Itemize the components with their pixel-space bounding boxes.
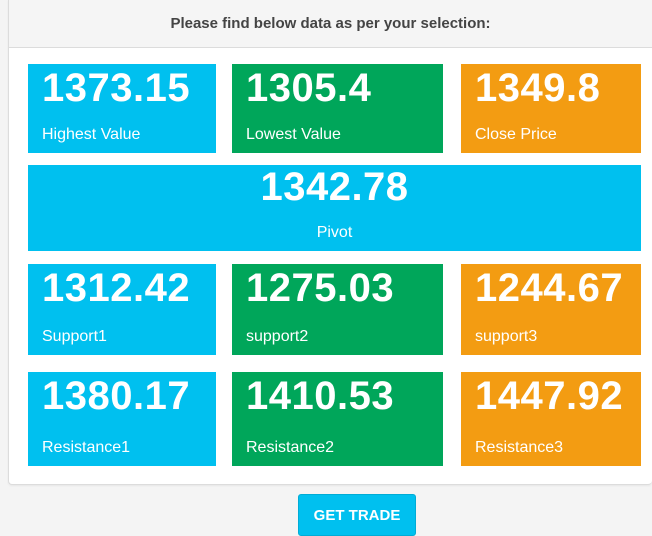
highest-value-label: Highest Value — [42, 126, 141, 143]
resistance1-value: 1380.17 — [42, 374, 191, 418]
pivot-value: 1342.78 — [260, 165, 409, 209]
pivot-label: Pivot — [316, 224, 353, 241]
support1-value: 1312.42 — [42, 266, 191, 310]
resistance1-label: Resistance1 — [42, 439, 131, 456]
pivot-tile: 1342.78 Pivot — [28, 165, 641, 251]
resistance2-value: 1410.53 — [246, 374, 395, 418]
panel-header: Please find below data as per your selec… — [9, 0, 652, 48]
support2-value: 1275.03 — [246, 266, 395, 310]
support3-value: 1244.67 — [475, 266, 624, 310]
get-trade-button[interactable]: GET TRADE — [298, 494, 416, 536]
close-price-tile: 1349.8 Close Price — [461, 64, 641, 153]
resistance3-tile: 1447.92 Resistance3 — [461, 372, 641, 466]
support2-label: support2 — [246, 328, 309, 345]
resistance1-tile: 1380.17 Resistance1 — [28, 372, 216, 466]
highest-value-tile: 1373.15 Highest Value — [28, 64, 216, 153]
resistance2-label: Resistance2 — [246, 439, 335, 456]
close-price-value: 1349.8 — [475, 66, 601, 110]
support3-tile: 1244.67 support3 — [461, 264, 641, 355]
resistance2-tile: 1410.53 Resistance2 — [232, 372, 443, 466]
support2-tile: 1275.03 support2 — [232, 264, 443, 355]
lowest-value-label: Lowest Value — [246, 126, 341, 143]
support1-tile: 1312.42 Support1 — [28, 264, 216, 355]
highest-value: 1373.15 — [42, 66, 191, 110]
support3-label: support3 — [475, 328, 538, 345]
lowest-value-tile: 1305.4 Lowest Value — [232, 64, 443, 153]
lowest-value: 1305.4 — [246, 66, 372, 110]
close-price-label: Close Price — [475, 126, 557, 143]
support1-label: Support1 — [42, 328, 107, 345]
resistance3-label: Resistance3 — [475, 439, 564, 456]
resistance3-value: 1447.92 — [475, 374, 624, 418]
